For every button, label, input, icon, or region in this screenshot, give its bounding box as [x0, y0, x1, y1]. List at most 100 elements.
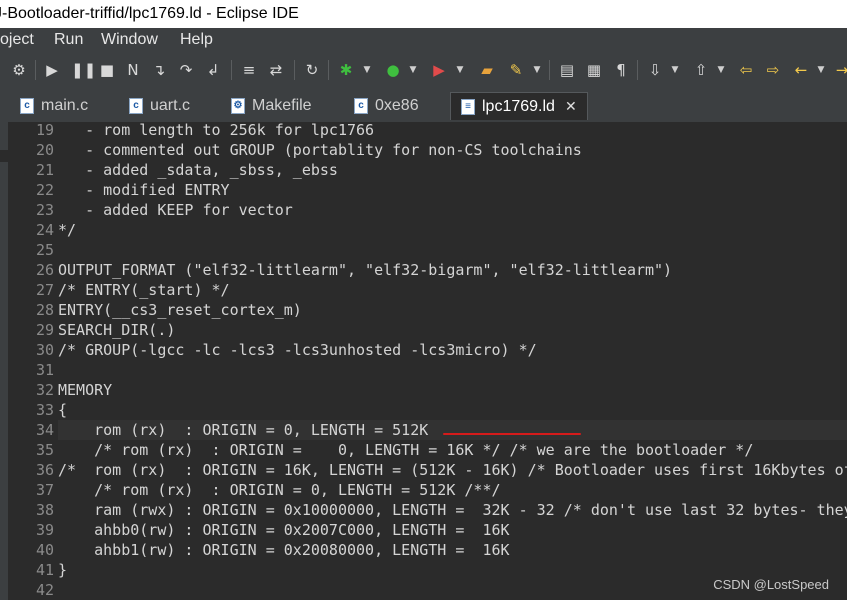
line-number: 38 [35, 501, 54, 519]
code-line[interactable]: - added _sdata, _sbss, _ebss [58, 160, 338, 180]
makefile-icon: ⚙ [231, 97, 245, 114]
next-icon[interactable]: → [833, 61, 847, 79]
toolbar-separator [231, 60, 232, 80]
tab-main-c[interactable]: c main.c [20, 92, 88, 120]
list-icon[interactable]: ▦ [585, 61, 603, 79]
step-over-icon[interactable]: ↷ [177, 61, 195, 79]
code-line[interactable]: ahbb1(rw) : ORIGIN = 0x20080000, LENGTH … [58, 540, 509, 560]
tab-0xe86[interactable]: c 0xe86 [354, 92, 419, 120]
annotation-underline [443, 433, 581, 435]
menu-project[interactable]: oject [0, 28, 34, 52]
tab-label: Makefile [252, 97, 312, 114]
tab-label: uart.c [150, 97, 191, 114]
line-number: 21 [35, 161, 54, 179]
line-number: 39 [35, 521, 54, 539]
code-line[interactable]: ahbb0(rw) : ORIGIN = 0x2007C000, LENGTH … [58, 520, 509, 540]
line-number: 36 [35, 461, 54, 479]
restart-icon[interactable]: ⇄ [267, 61, 285, 79]
tab-label: 0xe86 [375, 97, 419, 114]
chevron-down-icon[interactable]: ▼ [455, 61, 465, 79]
menu-bar: oject Run Window Help [0, 28, 847, 52]
highlight-icon[interactable]: ⇧ [692, 61, 710, 79]
editor-left-ruler [0, 122, 8, 600]
chevron-down-icon[interactable]: ▼ [816, 61, 826, 79]
window-titlebar: J-Bootloader-triffid/lpc1769.ld - Eclips… [0, 0, 847, 28]
code-line[interactable]: /* rom (rx) : ORIGIN = 16K, LENGTH = (51… [58, 460, 847, 480]
tool-icon[interactable]: ⚙ [10, 61, 28, 79]
brush-icon[interactable]: ✎ [507, 61, 525, 79]
open-folder-icon[interactable]: ▰ [478, 61, 496, 79]
toolbar: ⚙ ▶ ❚❚ ■ N ↴ ↷ ↲ ≡ ⇄ ↻ ✱ ▼ ● ▼ ▶ ▼ ▰ ✎ ▼… [0, 52, 847, 88]
skip-icon[interactable]: ▶ [43, 61, 61, 79]
back-icon[interactable]: ⇦ [737, 61, 755, 79]
code-line[interactable]: - rom length to 256k for lpc1766 [58, 120, 374, 140]
run-icon[interactable]: ● [384, 61, 402, 79]
prev-edit-icon[interactable]: ← [792, 61, 810, 79]
code-line[interactable]: ENTRY(__cs3_reset_cortex_m) [58, 300, 302, 320]
code-line[interactable]: /* rom (rx) : ORIGIN = 0, LENGTH = 512K … [58, 480, 500, 500]
line-number: 24 [35, 221, 54, 239]
c-file-icon: c [20, 97, 34, 114]
format-icon[interactable]: ⇩ [646, 61, 664, 79]
pilcrow-icon[interactable]: ¶ [612, 61, 630, 79]
code-line[interactable]: /* ENTRY(_start) */ [58, 280, 230, 300]
toolbar-separator [294, 60, 295, 80]
edit-icon[interactable]: ▤ [558, 61, 576, 79]
line-number: 29 [35, 321, 54, 339]
suspend-icon[interactable]: ❚❚ [71, 61, 96, 79]
window-title: J-Bootloader-triffid/lpc1769.ld - Eclips… [0, 5, 299, 22]
code-line[interactable]: { [58, 400, 67, 420]
line-number: 33 [35, 401, 54, 419]
line-number: 30 [35, 341, 54, 359]
code-line[interactable]: - modified ENTRY [58, 180, 230, 200]
code-line[interactable]: SEARCH_DIR(.) [58, 320, 175, 340]
editor-tab-bar: c main.c c uart.c ⚙ Makefile c 0xe86 ≡ lpc176… [0, 88, 847, 124]
watermark: CSDN @LostSpeed [713, 577, 829, 592]
external-tools-run-icon[interactable]: ▶ [430, 61, 448, 79]
terminate-icon[interactable]: ■ [98, 61, 116, 79]
code-line[interactable]: - commented out GROUP (portablity for no… [58, 140, 582, 160]
disconnect-icon[interactable]: N [124, 61, 142, 79]
step-return-icon[interactable]: ↲ [204, 61, 222, 79]
step-into-icon[interactable]: ↴ [150, 61, 168, 79]
line-number: 37 [35, 481, 54, 499]
toolbar-separator [637, 60, 638, 80]
line-number: 32 [35, 381, 54, 399]
line-number: 23 [35, 201, 54, 219]
code-line[interactable]: ram (rwx) : ORIGIN = 0x10000000, LENGTH … [58, 500, 847, 520]
line-number: 25 [35, 241, 54, 259]
menu-help[interactable]: Help [180, 28, 213, 52]
ruler-marker [0, 150, 8, 162]
code-line[interactable]: /* rom (rx) : ORIGIN = 0, LENGTH = 16K *… [58, 440, 753, 460]
menu-run[interactable]: Run [54, 28, 83, 52]
code-line[interactable]: rom (rx) : ORIGIN = 0, LENGTH = 512K [58, 420, 428, 440]
c-file-icon: c [129, 97, 143, 114]
close-icon[interactable]: ✕ [565, 93, 577, 121]
chevron-down-icon[interactable]: ▼ [716, 61, 726, 79]
chevron-down-icon[interactable]: ▼ [532, 61, 542, 79]
external-tool-icon[interactable]: ↻ [303, 61, 321, 79]
tab-lpc1769-ld[interactable]: ≡ lpc1769.ld ✕ [450, 92, 588, 120]
tab-uart-c[interactable]: c uart.c [129, 92, 190, 120]
chevron-down-icon[interactable]: ▼ [670, 61, 680, 79]
debug-icon[interactable]: ✱ [337, 61, 355, 79]
c-file-icon: c [354, 97, 368, 114]
code-line[interactable]: } [58, 560, 67, 580]
line-number: 22 [35, 181, 54, 199]
chevron-down-icon[interactable]: ▼ [362, 61, 372, 79]
code-line[interactable]: */ [58, 220, 76, 240]
line-number: 28 [35, 301, 54, 319]
code-line[interactable]: - added KEEP for vector [58, 200, 293, 220]
forward-icon[interactable]: ⇨ [764, 61, 782, 79]
line-number: 27 [35, 281, 54, 299]
tab-makefile[interactable]: ⚙ Makefile [231, 92, 312, 120]
code-line[interactable]: /* GROUP(-lgcc -lc -lcs3 -lcs3unhosted -… [58, 340, 537, 360]
line-number: 26 [35, 261, 54, 279]
code-line[interactable]: OUTPUT_FORMAT ("elf32-littlearm", "elf32… [58, 260, 672, 280]
menu-window[interactable]: Window [101, 28, 158, 52]
code-editor[interactable]: 19 - rom length to 256k for lpc1766 20 - … [0, 120, 847, 600]
tab-label: lpc1769.ld [482, 98, 555, 115]
code-line[interactable]: MEMORY [58, 380, 112, 400]
chevron-down-icon[interactable]: ▼ [408, 61, 418, 79]
instruction-step-icon[interactable]: ≡ [240, 61, 258, 79]
